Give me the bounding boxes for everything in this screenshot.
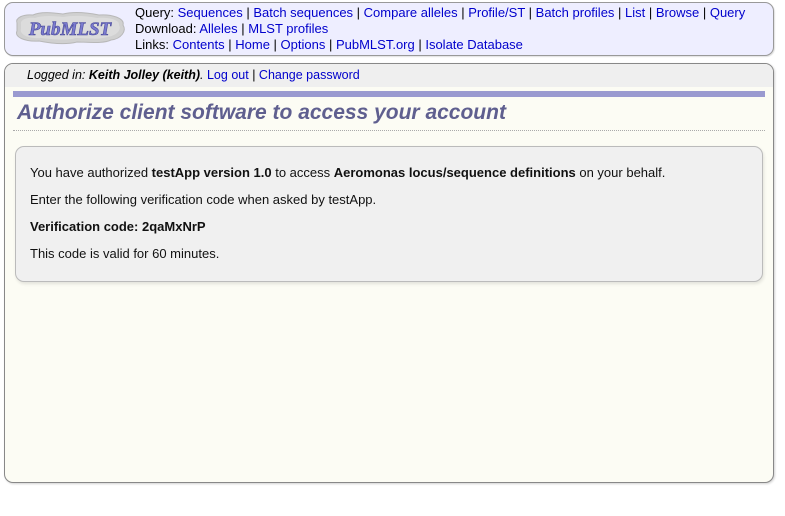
verification-code-value: 2qaMxNrP (142, 219, 206, 234)
pubmlst-logo-graphic: PubMLST (16, 11, 125, 45)
nav-link-contents[interactable]: Contents (173, 37, 225, 52)
auth-text-middle: to access (271, 165, 334, 180)
nav-link-browse[interactable]: Browse (656, 5, 699, 20)
header-navigation: Query: Sequences | Batch sequences | Com… (135, 5, 745, 53)
auth-resource-name: Aeromonas locus/sequence definitions (333, 165, 576, 180)
auth-text-before: You have authorized (30, 165, 152, 180)
nav-label-query: Query: (135, 5, 175, 20)
pubmlst-logo[interactable]: PubMLST (11, 9, 129, 49)
nav-link-sequences[interactable]: Sequences (178, 5, 243, 20)
logged-in-prefix: Logged in: (27, 68, 86, 82)
nav-link-isolate-database[interactable]: Isolate Database (425, 37, 523, 52)
instruction-line: Enter the following verification code wh… (30, 192, 377, 207)
change-password-link[interactable]: Change password (259, 68, 360, 82)
session-separator: | (252, 68, 256, 82)
nav-label-links: Links: (135, 37, 169, 52)
nav-row-download: Download: Alleles | MLST profiles (135, 21, 329, 36)
page-title: Authorize client software to access your… (13, 97, 765, 131)
nav-link-batch-profiles[interactable]: Batch profiles (536, 5, 615, 20)
nav-link-mlst-profiles[interactable]: MLST profiles (248, 21, 328, 36)
nav-row-links: Links: Contents | Home | Options | PubML… (135, 37, 523, 52)
logout-link[interactable]: Log out (207, 68, 249, 82)
nav-link-alleles[interactable]: Alleles (199, 21, 237, 36)
nav-link-query[interactable]: Query (710, 5, 745, 20)
auth-app-name: testApp version 1.0 (151, 165, 272, 180)
site-header: PubMLST Query: Sequences | Batch sequenc… (4, 2, 774, 56)
main-content-panel: Logged in: Keith Jolley (keith). Log out… (4, 63, 774, 483)
nav-link-options[interactable]: Options (281, 37, 326, 52)
authorization-message-box: You have authorized testApp version 1.0 … (15, 146, 763, 282)
authorization-confirmation-line: You have authorized testApp version 1.0 … (30, 159, 748, 186)
verification-code-line: Verification code: 2qaMxNrP (30, 213, 748, 240)
nav-link-home[interactable]: Home (235, 37, 270, 52)
nav-row-query: Query: Sequences | Batch sequences | Com… (135, 5, 746, 20)
page-heading-section: Authorize client software to access your… (13, 91, 765, 131)
logged-in-username: Keith Jolley (keith) (88, 68, 201, 82)
auth-text-after: on your behalf. (575, 165, 666, 180)
nav-label-download: Download: (135, 21, 197, 36)
session-bar: Logged in: Keith Jolley (keith). Log out… (5, 64, 773, 87)
nav-link-list[interactable]: List (625, 5, 645, 20)
nav-link-pubmlst-org[interactable]: PubMLST.org (336, 37, 415, 52)
logged-in-suffix: . (200, 68, 204, 82)
nav-link-compare-alleles[interactable]: Compare alleles (364, 5, 458, 20)
code-validity-line: This code is valid for 60 minutes. (30, 246, 220, 261)
verification-code-label: Verification code: (30, 219, 139, 234)
svg-text:PubMLST: PubMLST (28, 19, 113, 40)
nav-link-profile-st[interactable]: Profile/ST (468, 5, 525, 20)
nav-link-batch-sequences[interactable]: Batch sequences (253, 5, 353, 20)
